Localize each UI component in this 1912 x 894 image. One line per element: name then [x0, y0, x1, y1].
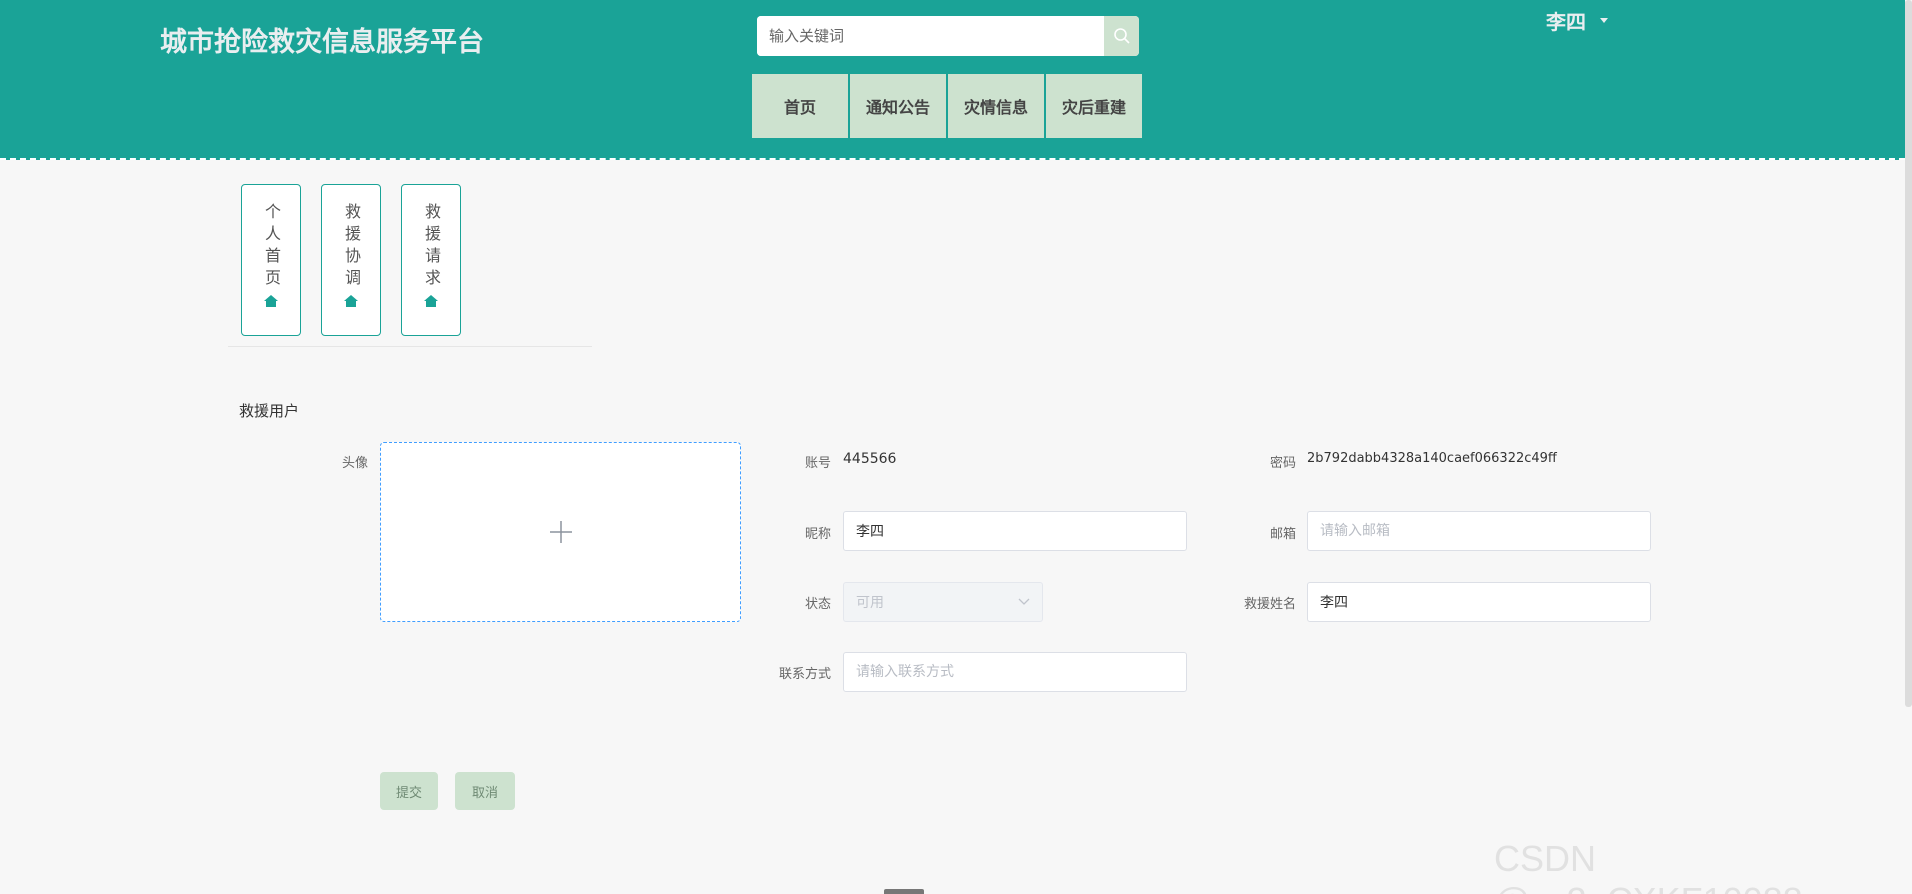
user-menu[interactable]: 李四	[1546, 6, 1608, 35]
status-select[interactable]: 可用	[843, 582, 1043, 622]
watermark: CSDN @vx2_CXKF10088	[1494, 838, 1803, 894]
nav-home[interactable]: 首页	[752, 74, 848, 138]
search-bar	[757, 16, 1139, 56]
home-icon	[264, 295, 278, 307]
password-label: 密码	[1269, 456, 1296, 471]
tab-label: 救援请求	[422, 203, 441, 291]
status-value: 可用	[856, 595, 884, 611]
avatar-label: 头像	[341, 456, 368, 471]
tabs-divider	[228, 346, 592, 347]
main-nav: 首页 通知公告 灾情信息 灾后重建	[752, 74, 1142, 138]
plus-icon	[549, 521, 572, 543]
nav-announcements[interactable]: 通知公告	[850, 74, 946, 138]
nickname-input[interactable]	[843, 511, 1187, 551]
tab-rescue-coordination[interactable]: 救援协调	[321, 184, 381, 336]
section-title: 救援用户	[239, 402, 300, 420]
email-label: 邮箱	[1269, 527, 1296, 542]
site-header: 城市抢险救灾信息服务平台 李四 首页 通知公告 灾情信息 灾后重建	[0, 0, 1905, 160]
email-input[interactable]	[1307, 511, 1651, 551]
rescue-name-label: 救援姓名	[1243, 597, 1296, 612]
contact-input[interactable]	[843, 652, 1187, 692]
password-value: 2b792dabb4328a140caef066322c49ff	[1307, 451, 1557, 466]
rescue-name-input[interactable]	[1307, 582, 1651, 622]
status-label: 状态	[804, 597, 831, 612]
avatar-upload[interactable]	[380, 442, 741, 622]
tab-personal-home[interactable]: 个人首页	[241, 184, 301, 336]
cancel-button[interactable]: 取消	[455, 772, 515, 810]
chevron-down-icon	[1018, 598, 1030, 605]
side-tabs: 个人首页 救援协调 救援请求	[241, 184, 461, 336]
username: 李四	[1546, 10, 1586, 34]
tab-rescue-request[interactable]: 救援请求	[401, 184, 461, 336]
site-brand[interactable]: 城市抢险救灾信息服务平台	[160, 20, 484, 59]
nav-disaster-info[interactable]: 灾情信息	[948, 74, 1044, 138]
nav-reconstruction[interactable]: 灾后重建	[1046, 74, 1142, 138]
contact-label: 联系方式	[778, 667, 831, 682]
tab-label: 救援协调	[342, 203, 361, 291]
account-value: 445566	[843, 451, 897, 467]
submit-button[interactable]: 提交	[380, 772, 438, 810]
search-input[interactable]	[757, 16, 1104, 56]
chevron-down-icon	[1600, 18, 1608, 23]
search-button[interactable]	[1104, 16, 1139, 56]
home-icon	[424, 295, 438, 307]
tab-label: 个人首页	[262, 203, 281, 291]
scrollbar[interactable]	[1905, 0, 1912, 707]
account-label: 账号	[804, 456, 831, 471]
nickname-label: 昵称	[804, 527, 831, 542]
home-icon	[344, 295, 358, 307]
search-icon	[1113, 28, 1130, 44]
bottom-handle[interactable]	[884, 889, 924, 894]
